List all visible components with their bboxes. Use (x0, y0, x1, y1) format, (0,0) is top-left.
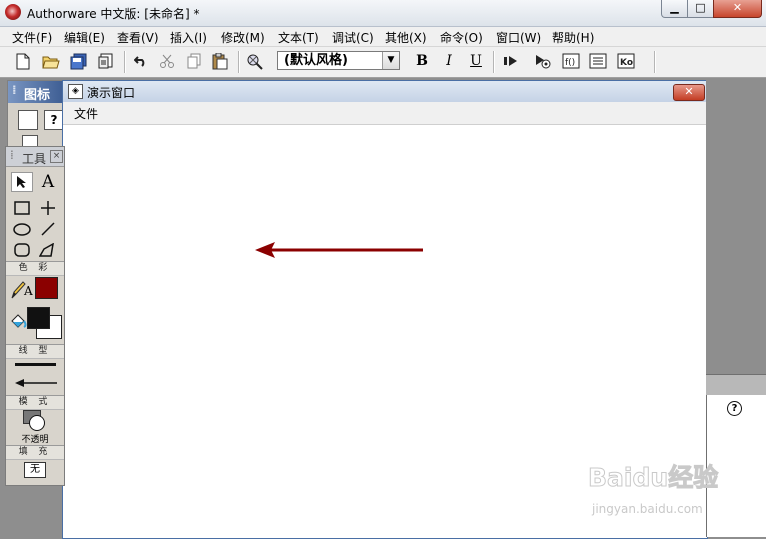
menu-other[interactable]: 其他(X) (385, 29, 427, 46)
mode-section-label: 模 式 (6, 395, 64, 410)
help-icon[interactable]: ? (727, 401, 742, 416)
open-icon[interactable] (40, 50, 62, 72)
polygon-tool[interactable] (37, 240, 59, 260)
menu-text[interactable]: 文本(T) (278, 29, 319, 46)
menu-bar: 文件(F) 编辑(E) 查看(V) 插入(I) 修改(M) 文本(T) 调试(C… (0, 27, 766, 46)
bold-icon[interactable]: B (411, 50, 433, 72)
control-panel-icon[interactable] (532, 50, 554, 72)
presentation-title-bar[interactable]: ◈ 演示窗口 ✕ (63, 81, 707, 102)
svg-text:f(): f() (565, 58, 575, 68)
close-icon: ✕ (684, 85, 694, 98)
grip-icon: ⁞ (12, 83, 17, 97)
authorware-app-icon[interactable] (5, 4, 21, 20)
close-icon[interactable]: × (50, 150, 63, 163)
minimize-icon: ▁ (670, 1, 679, 14)
save-all-icon[interactable] (68, 50, 90, 72)
menu-debug[interactable]: 调试(C) (332, 29, 374, 46)
fill-none-button[interactable]: 无 (24, 462, 46, 478)
right-panel-strip (706, 374, 766, 395)
pointer-icon (17, 176, 26, 188)
restart-icon[interactable] (500, 50, 522, 72)
text-style-select[interactable]: (默认风格) ▼ (277, 51, 400, 70)
presentation-menu-file[interactable]: 文件 (74, 105, 98, 122)
svg-text:Ko: Ko (620, 58, 633, 68)
tools-panel-header[interactable]: ⁞ 工具 × (6, 147, 64, 167)
new-icon[interactable] (12, 50, 34, 72)
underline-icon[interactable]: U (465, 50, 487, 72)
text-tool[interactable]: A (37, 172, 59, 192)
italic-icon[interactable]: I (438, 50, 460, 72)
watermark: Baidu经验 jingyan.baidu.com (587, 458, 728, 530)
rectangle-icon (14, 201, 30, 215)
knowledge-objects-icon[interactable]: Ko (615, 50, 637, 72)
paint-bucket-icon[interactable] (9, 313, 27, 333)
rounded-rectangle-icon (14, 243, 30, 257)
paste-icon[interactable] (209, 50, 231, 72)
orthogonal-line-tool[interactable] (37, 198, 59, 218)
menu-window[interactable]: 窗口(W) (496, 29, 541, 46)
copy-icon[interactable] (183, 50, 205, 72)
plus-icon (41, 201, 55, 215)
icon-palette-title: 图标 (24, 88, 51, 103)
polygon-icon (39, 243, 54, 257)
maximize-icon: □ (695, 1, 706, 14)
watermark-url: jingyan.baidu.com (592, 502, 703, 516)
line-section-label: 线 型 (6, 344, 64, 359)
find-icon[interactable] (244, 50, 266, 72)
text-color-a-icon: A (24, 284, 33, 298)
variables-icon[interactable] (587, 50, 609, 72)
menu-view[interactable]: 查看(V) (117, 29, 159, 46)
title-bar: Authorware 中文版: [未命名] * ▁ □ ✕ (0, 0, 766, 27)
maximize-button[interactable]: □ (687, 0, 714, 18)
rectangle-tool[interactable] (11, 198, 33, 218)
mode-value: 不透明 (21, 435, 49, 445)
presentation-close-button[interactable]: ✕ (673, 84, 705, 101)
rounded-rectangle-tool[interactable] (11, 240, 33, 260)
window-title: Authorware 中文版: [未命名] * (27, 7, 200, 21)
close-icon: ✕ (732, 1, 743, 14)
diagonal-line-tool[interactable] (37, 219, 59, 239)
import-icon[interactable] (95, 50, 117, 72)
functions-icon[interactable]: f() (560, 50, 582, 72)
line-style-solid[interactable] (15, 363, 56, 366)
menu-help[interactable]: 帮助(H) (552, 29, 594, 46)
line-style-arrow[interactable] (14, 378, 58, 388)
drawn-arrow[interactable] (253, 239, 425, 261)
chevron-down-icon[interactable]: ▼ (382, 52, 399, 69)
menu-edit[interactable]: 编辑(E) (64, 29, 105, 46)
cut-icon[interactable] (156, 50, 178, 72)
ellipse-tool[interactable] (11, 219, 33, 239)
pointer-tool[interactable] (11, 172, 33, 192)
pen-color-swatch[interactable] (35, 277, 58, 299)
menu-modify[interactable]: 修改(M) (221, 29, 265, 46)
grip-icon: ⁞ (10, 148, 14, 162)
display-icon[interactable] (18, 110, 38, 130)
menu-insert[interactable]: 插入(I) (170, 29, 207, 46)
toolbar: (默认风格) ▼ B I U f() Ko (0, 46, 766, 78)
watermark-brand: Baidu经验 (587, 463, 719, 493)
fill-section-label: 填 充 (6, 445, 64, 460)
icon-palette-header[interactable]: ⁞ 图标 (8, 81, 65, 103)
text-style-value: (默认风格) (284, 53, 348, 68)
color-section-label: 色 彩 (6, 261, 64, 276)
presentation-window-icon: ◈ (68, 84, 83, 99)
menu-commands[interactable]: 命令(O) (440, 29, 483, 46)
diagonal-line-icon (41, 222, 55, 236)
text-a-icon: A (41, 172, 55, 192)
tools-title: 工具 (22, 152, 47, 166)
mode-opaque-icon[interactable] (23, 410, 45, 431)
minimize-button[interactable]: ▁ (661, 0, 688, 18)
presentation-menu-bar: 文件 (63, 102, 707, 125)
close-button[interactable]: ✕ (713, 0, 762, 18)
ellipse-icon (13, 222, 31, 236)
foreground-color-swatch[interactable] (27, 307, 50, 329)
icon-palette: ⁞ 图标 ? (7, 80, 66, 152)
tools-panel: ⁞ 工具 × A 色 彩 A 线 型 模 式 不透明 填 充 无 (5, 146, 65, 486)
menu-file[interactable]: 文件(F) (12, 29, 52, 46)
decision-icon[interactable]: ? (44, 110, 64, 130)
undo-icon[interactable] (130, 50, 152, 72)
presentation-title: 演示窗口 (87, 86, 136, 100)
